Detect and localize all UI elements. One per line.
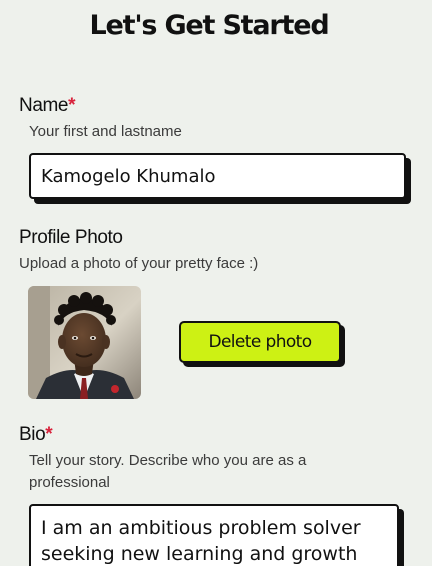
profile-photo-label: Profile Photo [19,227,123,248]
onboarding-page: Let's Get Started Name* Your first and l… [0,0,432,566]
name-input[interactable] [29,153,406,199]
name-helper-text: Your first and lastname [29,123,182,140]
required-mark: * [45,424,53,445]
bio-helper-text: Tell your story. Describe who you are as… [29,452,307,491]
delete-photo-button[interactable]: Delete photo [179,321,341,363]
bio-label-text: Bio [19,424,46,445]
profile-photo-image [28,286,141,399]
name-label: Name* [19,95,75,117]
page-title: Let's Get Started [89,10,330,41]
profile-photo-helper-text: Upload a photo of your pretty face :) [19,255,259,272]
name-label-text: Name [19,95,69,116]
required-mark: * [68,95,76,116]
bio-label: Bio* [19,424,53,446]
bio-textarea[interactable]: I am an ambitious problem solver seeking… [29,504,399,566]
profile-photo[interactable] [28,286,141,399]
